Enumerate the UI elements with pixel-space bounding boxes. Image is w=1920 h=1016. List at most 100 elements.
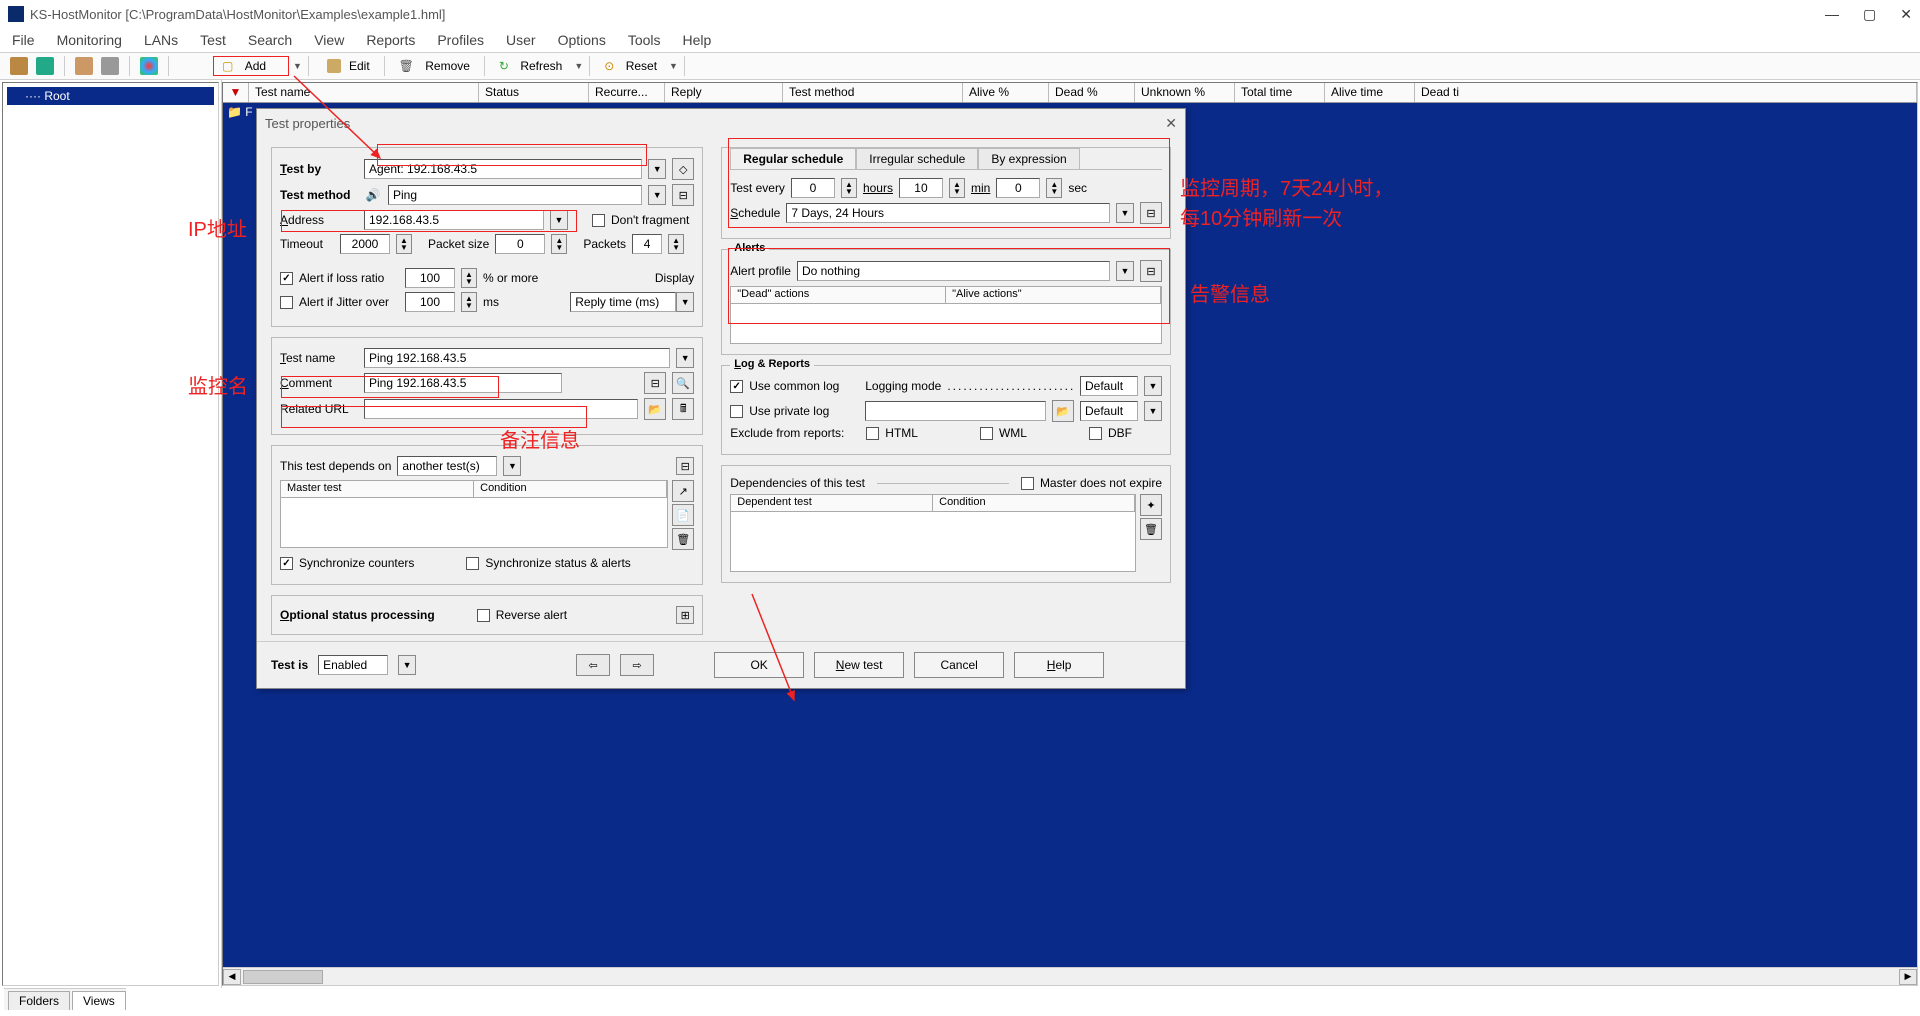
- schedule-dropdown[interactable]: ▼: [1116, 203, 1134, 223]
- dep-edit-icon[interactable]: 📄: [672, 504, 694, 526]
- new-view-icon[interactable]: [36, 57, 54, 75]
- flag-icon[interactable]: ▼: [223, 83, 249, 102]
- menu-reports[interactable]: Reports: [366, 32, 415, 48]
- tab-irregular[interactable]: Irregular schedule: [856, 148, 978, 169]
- test-method-input[interactable]: [388, 185, 642, 205]
- reset-dropdown[interactable]: ▼: [669, 61, 678, 71]
- html-check[interactable]: [866, 427, 879, 440]
- col-reply[interactable]: Reply: [665, 83, 783, 102]
- test-method-dropdown[interactable]: ▼: [648, 185, 666, 205]
- address-dropdown[interactable]: ▼: [550, 210, 568, 230]
- remove-button[interactable]: 🗑 Remove: [391, 57, 478, 75]
- col-deadtime[interactable]: Dead ti: [1415, 83, 1917, 102]
- depends-input[interactable]: [397, 456, 497, 476]
- sec-input[interactable]: [996, 178, 1040, 198]
- menu-profiles[interactable]: Profiles: [437, 32, 484, 48]
- col-recurre[interactable]: Recurre...: [589, 83, 665, 102]
- dep-add-icon[interactable]: ↗: [672, 480, 694, 502]
- dep-del-icon[interactable]: 🗑: [672, 528, 694, 550]
- menu-tools[interactable]: Tools: [628, 32, 661, 48]
- related-url-input[interactable]: [364, 399, 638, 419]
- reverse-check[interactable]: [477, 609, 490, 622]
- col-testname[interactable]: Test name: [249, 83, 479, 102]
- alert-loss-spin[interactable]: ▲▼: [461, 268, 477, 288]
- refresh-button[interactable]: ↻ Refresh: [491, 57, 570, 75]
- display-dropdown[interactable]: ▼: [676, 292, 694, 312]
- packets-input[interactable]: [632, 234, 662, 254]
- test-name-dropdown[interactable]: ▼: [676, 348, 694, 368]
- minimize-button[interactable]: —: [1825, 6, 1839, 23]
- timeout-spin[interactable]: ▲▼: [396, 234, 412, 254]
- palette-icon[interactable]: [140, 57, 158, 75]
- packet-size-spin[interactable]: ▲▼: [551, 234, 567, 254]
- comment-input[interactable]: [364, 373, 562, 393]
- use-private-check[interactable]: [730, 405, 743, 418]
- comment-tree-icon[interactable]: ⊟: [644, 372, 666, 394]
- tab-folders[interactable]: Folders: [8, 991, 70, 1010]
- new-folder-icon[interactable]: [10, 57, 28, 75]
- menu-test[interactable]: Test: [200, 32, 226, 48]
- private-mode-input[interactable]: [1080, 401, 1138, 421]
- eraser-icon[interactable]: ◇: [672, 158, 694, 180]
- next-button[interactable]: ⇨: [620, 654, 654, 676]
- schedule-tree-icon[interactable]: ⊟: [1140, 202, 1162, 224]
- url-open-icon[interactable]: 📂: [644, 398, 666, 420]
- depends-collapse-icon[interactable]: ⊟: [676, 457, 694, 475]
- menu-options[interactable]: Options: [558, 32, 606, 48]
- cancel-button[interactable]: Cancel: [914, 652, 1004, 678]
- alert-tree-icon[interactable]: ⊟: [1140, 260, 1162, 282]
- test-is-input[interactable]: [318, 655, 388, 675]
- test-name-input[interactable]: [364, 348, 670, 368]
- dep2-del-icon[interactable]: 🗑: [1140, 518, 1162, 540]
- alert-profile-dropdown[interactable]: ▼: [1116, 261, 1134, 281]
- col-total[interactable]: Total time: [1235, 83, 1325, 102]
- dont-fragment-check[interactable]: [592, 214, 605, 227]
- wml-check[interactable]: [980, 427, 993, 440]
- col-dead[interactable]: Dead %: [1049, 83, 1135, 102]
- dependents-list[interactable]: [730, 512, 1136, 572]
- master-list[interactable]: [280, 498, 668, 548]
- menu-help[interactable]: Help: [683, 32, 712, 48]
- add-dropdown[interactable]: ▼: [293, 61, 302, 71]
- col-unknown[interactable]: Unknown %: [1135, 83, 1235, 102]
- test-by-input[interactable]: [364, 159, 642, 179]
- menu-search[interactable]: Search: [248, 32, 292, 48]
- reset-button[interactable]: ⊙ Reset: [596, 57, 665, 75]
- hours-input[interactable]: [791, 178, 835, 198]
- tab-views[interactable]: Views: [72, 991, 126, 1010]
- add-button[interactable]: ▢ Add: [213, 56, 289, 76]
- min-input[interactable]: [899, 178, 943, 198]
- private-open-icon[interactable]: 📂: [1052, 400, 1074, 422]
- alert-jitter-check[interactable]: [280, 296, 293, 309]
- comment-zoom-icon[interactable]: 🔍: [672, 372, 694, 394]
- alert-jitter-input[interactable]: [405, 292, 455, 312]
- test-is-dropdown[interactable]: ▼: [398, 655, 416, 675]
- address-input[interactable]: [364, 210, 544, 230]
- edit-button[interactable]: Edit: [315, 57, 378, 75]
- new-test-button[interactable]: New test: [814, 652, 904, 678]
- alert-jitter-spin[interactable]: ▲▼: [461, 292, 477, 312]
- copy-icon[interactable]: [75, 57, 93, 75]
- master-noexpire-check[interactable]: [1021, 477, 1034, 490]
- dbf-check[interactable]: [1089, 427, 1102, 440]
- url-calc-icon[interactable]: 🖩: [672, 398, 694, 420]
- dialog-close[interactable]: ✕: [1165, 115, 1177, 132]
- menu-file[interactable]: File: [12, 32, 35, 48]
- alert-loss-check[interactable]: ✓: [280, 272, 293, 285]
- tab-regular[interactable]: Regular schedule: [730, 148, 856, 169]
- menu-lans[interactable]: LANs: [144, 32, 178, 48]
- col-method[interactable]: Test method: [783, 83, 963, 102]
- alert-profile-input[interactable]: [797, 261, 1110, 281]
- depends-dropdown[interactable]: ▼: [503, 456, 521, 476]
- refresh-dropdown[interactable]: ▼: [574, 61, 583, 71]
- method-tree-icon[interactable]: ⊟: [672, 184, 694, 206]
- col-alivetime[interactable]: Alive time: [1325, 83, 1415, 102]
- help-button[interactable]: Help: [1014, 652, 1104, 678]
- menu-view[interactable]: View: [314, 32, 344, 48]
- paste-icon[interactable]: [101, 57, 119, 75]
- sync-status-check[interactable]: [466, 557, 479, 570]
- alert-loss-input[interactable]: [405, 268, 455, 288]
- col-alive[interactable]: Alive %: [963, 83, 1049, 102]
- timeout-input[interactable]: [340, 234, 390, 254]
- sync-counters-check[interactable]: ✓: [280, 557, 293, 570]
